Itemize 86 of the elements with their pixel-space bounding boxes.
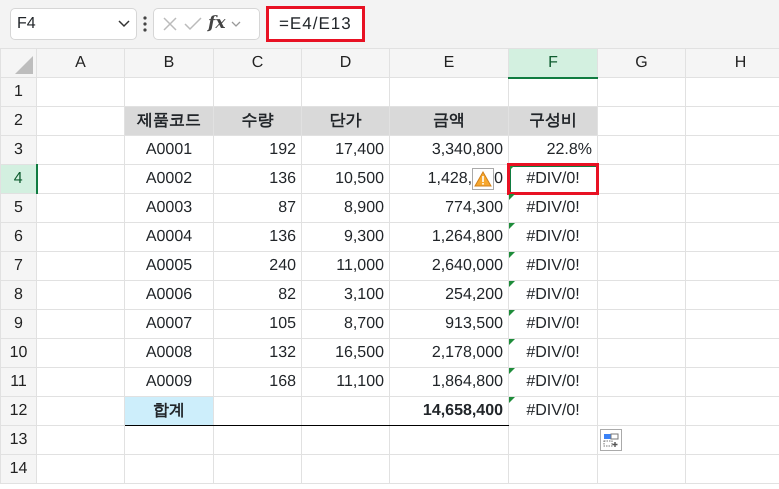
cell-text: 2,178,000 [432,344,503,361]
dropdown-caret-icon[interactable] [118,20,130,28]
row-header[interactable]: 8 [0,280,36,310]
column-header[interactable]: A [36,48,124,78]
column-header[interactable]: B [124,48,214,78]
cell-text: A0006 [146,286,192,303]
more-options-icon[interactable] [143,16,147,32]
cancel-icon[interactable] [162,16,178,32]
cell-text: #DIV/0! [526,373,580,390]
warning-icon[interactable] [472,168,494,190]
total-amount: 14,658,400 [422,402,503,419]
insert-function-button[interactable]: fx [208,11,226,37]
cell-text: #DIV/0! [526,344,580,361]
cell-text: A0005 [146,257,192,274]
cell-text: 22.8% [546,141,592,158]
cell-text: 132 [269,344,296,361]
cell-text: 82 [278,286,296,303]
row-header[interactable]: 9 [0,310,36,338]
cell-text: 9,300 [344,228,384,245]
row-header[interactable]: 2 [0,106,36,136]
cell-text: A0002 [146,170,192,187]
cell-text: A0008 [146,344,192,361]
cell-text: 136 [269,170,296,187]
row-header[interactable]: 7 [0,252,36,280]
cell-text: 10,500 [335,170,384,187]
cell-text: #DIV/0! [526,315,580,332]
cell-text: 0 [494,170,503,187]
paste-options-button[interactable] [600,429,622,451]
column-title: 제품코드 [137,112,201,129]
cell-text: 3,340,800 [432,141,503,158]
cell-text: 105 [269,315,296,332]
row-header[interactable]: 14 [0,454,36,484]
cell-text: #DIV/0! [526,286,580,303]
check-icon[interactable] [184,17,202,31]
cell-text: 17,400 [335,141,384,158]
column-header[interactable]: H [686,48,779,78]
cell-text: A0004 [146,228,192,245]
total-label: 합계 [153,402,185,419]
column-header[interactable]: F [508,48,598,78]
cell-text: 2,640,000 [432,257,503,274]
cell-text: 1,264,800 [432,228,503,245]
cell-text: 11,000 [336,257,384,274]
cell-text: 8,900 [344,199,384,216]
cell-text: 254,200 [445,286,503,303]
row-header[interactable]: 13 [0,426,36,454]
column-header[interactable]: C [214,48,302,78]
cell-text: 136 [269,228,296,245]
column-header[interactable]: D [302,48,390,78]
row-header[interactable]: 6 [0,222,36,252]
row-header[interactable]: 1 [0,78,36,106]
cell-text: 1,864,800 [432,373,503,390]
cell-text: 11,100 [336,373,384,390]
column-title: 금액 [433,112,465,129]
row-header[interactable]: 12 [0,396,36,426]
column-title: 수량 [242,112,274,129]
column-title: 구성비 [529,112,577,129]
name-box[interactable]: F4 [10,8,137,40]
cell-text: #DIV/0! [526,402,580,419]
cell-text: 240 [269,257,296,274]
column-title: 단가 [330,112,362,129]
row-header[interactable]: 11 [0,368,36,396]
cell-text: 192 [269,141,296,158]
row-header[interactable]: 5 [0,194,36,222]
cell-text: #DIV/0! [526,170,580,187]
cell-text: 913,500 [445,315,503,332]
cell-text: A0009 [146,373,192,390]
cell-text: A0003 [146,199,192,216]
cell-text: A0007 [146,315,192,332]
row-header[interactable]: 4 [0,164,36,194]
column-header[interactable]: E [390,48,508,78]
cell-text: 1,428, [428,170,472,187]
row-header[interactable]: 3 [0,136,36,164]
cell-text: #DIV/0! [526,228,580,245]
cell-text: 87 [278,199,296,216]
column-header[interactable]: G [598,48,686,78]
cell-text: 16,500 [335,344,384,361]
select-all-icon[interactable] [15,56,33,74]
cell-text: 168 [269,373,296,390]
row-header[interactable]: 10 [0,338,36,368]
cell-text: #DIV/0! [526,257,580,274]
cell-text: A0001 [146,141,192,158]
cell-text: 3,100 [344,286,384,303]
cell-text: 774,300 [445,199,503,216]
cell-text: 8,700 [344,315,384,332]
cell-text: #DIV/0! [526,199,580,216]
formula-field[interactable]: =E4/E13 [266,6,365,42]
